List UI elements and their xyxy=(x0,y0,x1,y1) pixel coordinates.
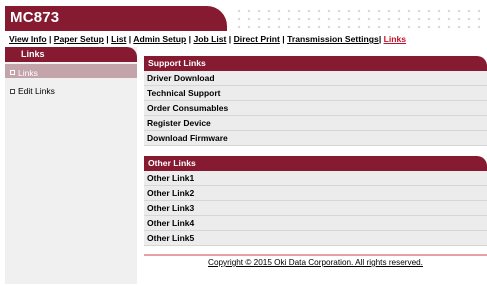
sidebar-title: Links xyxy=(5,47,137,62)
nav-direct-print[interactable]: Direct Print xyxy=(234,34,280,44)
link-other-4[interactable]: Other Link4 xyxy=(144,216,487,231)
top-navigation: View Info | Paper Setup | List | Admin S… xyxy=(9,34,406,46)
sidebar-item-label: Edit Links xyxy=(18,86,55,96)
bullet-icon xyxy=(10,88,15,94)
other-links-panel: Other Links Other Link1 Other Link2 Othe… xyxy=(144,156,487,246)
link-other-3[interactable]: Other Link3 xyxy=(144,201,487,216)
other-links-title: Other Links xyxy=(144,156,487,171)
sidebar-item-links[interactable]: Links xyxy=(5,64,137,78)
support-links-panel: Support Links Driver Download Technical … xyxy=(144,56,487,146)
nav-separator: | xyxy=(226,34,234,44)
link-technical-support[interactable]: Technical Support xyxy=(144,86,487,101)
nav-paper-setup[interactable]: Paper Setup xyxy=(54,34,104,44)
nav-admin-setup[interactable]: Admin Setup xyxy=(133,34,186,44)
link-other-5[interactable]: Other Link5 xyxy=(144,231,487,246)
footer-divider xyxy=(144,254,487,256)
link-driver-download[interactable]: Driver Download xyxy=(144,71,487,86)
nav-separator: | xyxy=(46,34,54,44)
link-other-1[interactable]: Other Link1 xyxy=(144,171,487,186)
nav-transmission-settings[interactable]: Transmission Settings xyxy=(287,34,379,44)
nav-view-info[interactable]: View Info xyxy=(9,34,47,44)
link-download-firmware[interactable]: Download Firmware xyxy=(144,131,487,146)
nav-job-list[interactable]: Job List xyxy=(193,34,226,44)
link-other-2[interactable]: Other Link2 xyxy=(144,186,487,201)
copyright-link[interactable]: Copyright © 2015 Oki Data Corporation. A… xyxy=(144,258,487,267)
decorative-dots xyxy=(232,6,484,31)
sidebar-item-edit-links[interactable]: Edit Links xyxy=(5,82,137,97)
nav-links[interactable]: Links xyxy=(384,34,406,44)
bullet-icon xyxy=(10,70,15,75)
sidebar-item-label: Links xyxy=(18,67,38,78)
nav-list[interactable]: List xyxy=(111,34,126,44)
support-links-title: Support Links xyxy=(144,56,487,71)
sidebar: Links Links Edit Links xyxy=(5,47,137,284)
page-title: MC873 xyxy=(10,9,60,26)
link-order-consumables[interactable]: Order Consumables xyxy=(144,101,487,116)
link-register-device[interactable]: Register Device xyxy=(144,116,487,131)
